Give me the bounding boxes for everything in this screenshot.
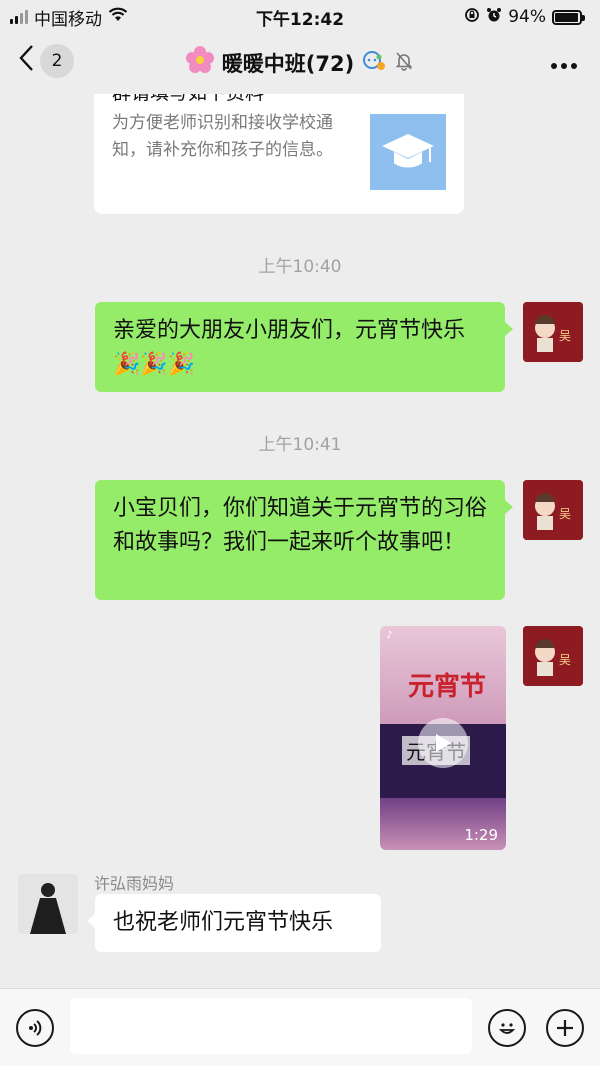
video-cover-title: 元宵节 bbox=[408, 672, 487, 702]
card-title: 群请填写如下资料 bbox=[112, 94, 446, 104]
timestamp: 上午10:41 bbox=[258, 435, 342, 455]
status-left: 中国移动 bbox=[10, 5, 128, 30]
voice-button[interactable] bbox=[16, 1009, 54, 1047]
svg-text:吴: 吴 bbox=[559, 507, 571, 521]
teacher-avatar[interactable]: 吴 bbox=[523, 626, 583, 686]
battery-fill bbox=[555, 12, 578, 22]
mute-bell-icon bbox=[394, 51, 414, 75]
alarm-icon bbox=[486, 7, 502, 28]
carrier-label: 中国移动 bbox=[34, 9, 102, 30]
input-bar bbox=[0, 988, 600, 1066]
status-right: 94% bbox=[464, 7, 585, 28]
svg-text:吴: 吴 bbox=[559, 329, 571, 343]
chat-area[interactable]: 群请填写如下资料 为方便老师识别和接收学校通知，请补充你和孩子的信息。 上午10… bbox=[0, 94, 600, 988]
svg-text:吴: 吴 bbox=[559, 653, 571, 667]
tiktok-logo-icon: ♪ bbox=[386, 630, 393, 641]
play-icon[interactable] bbox=[418, 718, 468, 768]
video-duration: 1:29 bbox=[464, 826, 498, 844]
info-card-message[interactable]: 群请填写如下资料 为方便老师识别和接收学校通知，请补充你和孩子的信息。 bbox=[94, 94, 464, 214]
enterprise-chat-icon bbox=[362, 51, 386, 75]
chat-title-group: 暖暖中班(72) bbox=[0, 46, 600, 80]
rotation-lock-icon bbox=[464, 7, 480, 28]
flower-icon bbox=[185, 46, 214, 80]
teacher-avatar[interactable]: 吴 bbox=[523, 302, 583, 362]
message-input[interactable] bbox=[70, 998, 472, 1054]
emoji-button[interactable] bbox=[488, 1009, 526, 1047]
chat-title: 暖暖中班(72) bbox=[221, 52, 355, 76]
outgoing-message-1[interactable]: 亲爱的大朋友小朋友们，元宵节快乐🎉🎉🎉 bbox=[95, 302, 513, 392]
graduation-cap-icon bbox=[370, 114, 446, 190]
card-description: 为方便老师识别和接收学校通知，请补充你和孩子的信息。 bbox=[112, 113, 333, 160]
smiley-icon bbox=[498, 1023, 516, 1034]
wifi-icon bbox=[108, 7, 128, 27]
outgoing-message-2[interactable]: 小宝贝们，你们知道关于元宵节的习俗和故事吗？我们一起来听个故事吧！ bbox=[95, 480, 513, 600]
add-button[interactable] bbox=[546, 1009, 584, 1047]
voice-icon bbox=[29, 1020, 42, 1036]
video-message[interactable]: ♪ 元宵节 元宵节 1:29 bbox=[380, 626, 506, 850]
incoming-message[interactable]: 也祝老师们元宵节快乐 bbox=[87, 894, 381, 952]
teacher-avatar[interactable]: 吴 bbox=[523, 480, 583, 540]
plus-icon bbox=[557, 1020, 573, 1036]
parent-avatar[interactable] bbox=[18, 874, 78, 934]
battery-percent: 94% bbox=[508, 7, 546, 27]
signal-icon bbox=[10, 10, 28, 24]
timestamp: 上午10:40 bbox=[258, 257, 342, 277]
battery-icon bbox=[552, 9, 585, 25]
status-bar: 中国移动 下午12:42 94% bbox=[0, 0, 600, 34]
sender-name: 许弘雨妈妈 bbox=[94, 874, 175, 893]
nav-bar: 2 暖暖中班(72) bbox=[0, 34, 600, 94]
more-options-button[interactable] bbox=[550, 48, 578, 76]
